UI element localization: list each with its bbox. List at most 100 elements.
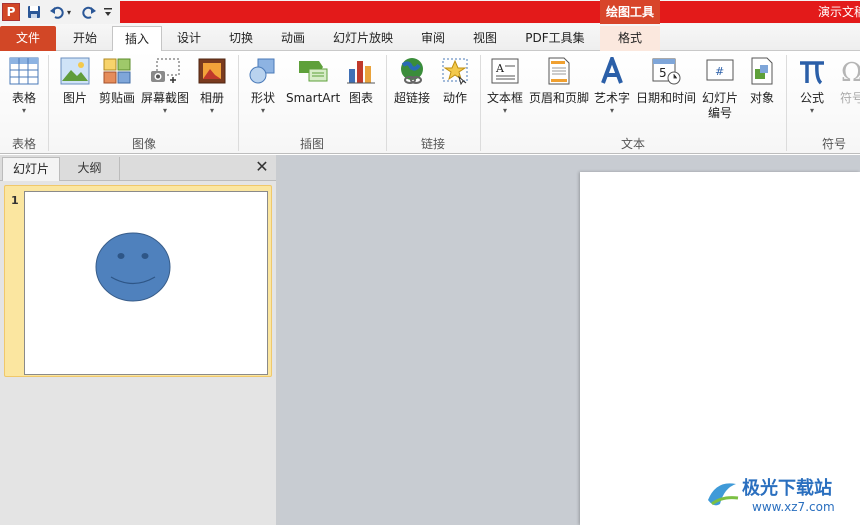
- photo-album-icon: [196, 55, 228, 87]
- watermark: 极光下载站 www.xz7.com: [700, 470, 860, 520]
- textbox-dropdown-icon: ▾: [502, 106, 507, 115]
- slide-thumbnail-selected[interactable]: 1: [4, 185, 272, 377]
- pi-icon: [796, 55, 828, 87]
- photo-album-label: 相册: [199, 91, 224, 105]
- tab-format[interactable]: 格式: [600, 26, 660, 51]
- object-icon: [746, 55, 778, 87]
- drawing-tools-context-label: 绘图工具: [600, 0, 660, 24]
- shapes-label: 形状: [250, 91, 275, 105]
- tab-view[interactable]: 视图: [460, 26, 510, 51]
- photo-album-button[interactable]: 相册 ▾: [194, 55, 230, 116]
- omega-icon: Ω: [836, 55, 860, 87]
- screenshot-button[interactable]: 屏幕截图 ▾: [140, 55, 190, 116]
- tab-transitions[interactable]: 切换: [216, 26, 266, 51]
- symbol-label: 符号: [839, 91, 860, 105]
- equation-dropdown-icon: ▾: [809, 106, 814, 115]
- object-label: 对象: [749, 91, 774, 105]
- symbol-button[interactable]: Ω 符号: [834, 55, 860, 106]
- clipart-button[interactable]: 剪贴画: [96, 55, 138, 106]
- picture-label: 图片: [62, 91, 87, 105]
- wordart-button[interactable]: 艺术字 ▾: [592, 55, 632, 116]
- wordart-dropdown-icon: ▾: [609, 106, 614, 115]
- hyperlink-button[interactable]: 超链接: [390, 55, 434, 106]
- shapes-icon: [247, 55, 279, 87]
- powerpoint-app-icon[interactable]: P: [2, 3, 20, 21]
- slide-thumbnail[interactable]: [24, 191, 268, 375]
- equation-label: 公式: [799, 91, 824, 105]
- slide-number-icon: #: [704, 55, 736, 87]
- tab-outline[interactable]: 大纲: [60, 157, 120, 181]
- album-dropdown-icon: ▾: [209, 106, 214, 115]
- customize-toolbar-icon[interactable]: [103, 3, 113, 21]
- table-dropdown-icon: ▾: [21, 106, 26, 115]
- smartart-icon: [297, 55, 329, 87]
- title-bar: P ▾ 绘图工具 演示文稿: [0, 0, 860, 24]
- group-label-symbols: 符号: [821, 137, 846, 151]
- date-time-button[interactable]: 5 日期和时间: [634, 55, 698, 106]
- smartart-button[interactable]: SmartArt: [286, 55, 340, 106]
- header-footer-button[interactable]: 页眉和页脚: [526, 55, 592, 106]
- slide-number-button[interactable]: # 幻灯片 编号: [700, 55, 740, 121]
- tab-pdf-tools[interactable]: PDF工具集: [514, 26, 596, 51]
- close-panel-icon[interactable]: ✕: [254, 158, 270, 176]
- screenshot-icon: [149, 55, 181, 87]
- screenshot-dropdown-icon: ▾: [162, 106, 167, 115]
- title-strip: [120, 1, 860, 23]
- object-button[interactable]: 对象: [742, 55, 782, 106]
- slides-panel: 幻灯片 大纲 ✕ 1: [0, 155, 276, 525]
- group-label-illustrations: 插图: [299, 137, 324, 151]
- textbox-label: 文本框: [486, 91, 523, 105]
- watermark-url: www.xz7.com: [752, 500, 835, 514]
- group-label-tables: 表格: [11, 137, 36, 151]
- svg-text:Ω: Ω: [841, 58, 860, 85]
- wordart-label: 艺术字: [593, 91, 630, 105]
- table-label: 表格: [11, 91, 36, 105]
- wordart-icon: [596, 55, 628, 87]
- undo-icon[interactable]: [48, 3, 66, 21]
- globe-link-icon: [396, 55, 428, 87]
- panel-tabs: 幻灯片 大纲 ✕: [0, 155, 276, 181]
- header-footer-icon: [543, 55, 575, 87]
- chart-button[interactable]: 图表: [344, 55, 378, 106]
- equation-button[interactable]: 公式 ▾: [794, 55, 830, 116]
- ribbon-tabs: 文件 开始 插入 设计 切换 动画 幻灯片放映 审阅 视图 PDF工具集 格式: [0, 24, 860, 52]
- svg-text:A: A: [495, 62, 505, 75]
- smiley-face-shape[interactable]: [25, 192, 269, 376]
- hyperlink-label: 超链接: [393, 91, 430, 105]
- textbox-icon: A: [489, 55, 521, 87]
- clipart-icon: [101, 55, 133, 87]
- action-label: 动作: [442, 91, 467, 105]
- textbox-button[interactable]: A 文本框 ▾: [484, 55, 526, 116]
- tab-review[interactable]: 审阅: [408, 26, 458, 51]
- watermark-logo-icon: [708, 483, 739, 506]
- tab-design[interactable]: 设计: [164, 26, 214, 51]
- table-button[interactable]: 表格 ▾: [4, 55, 44, 116]
- watermark-brand: 极光下载站: [742, 478, 832, 499]
- redo-icon[interactable]: [80, 3, 98, 21]
- slide-number-label-line2: 编号: [707, 106, 732, 120]
- tab-home[interactable]: 开始: [60, 26, 110, 51]
- undo-dropdown-icon[interactable]: ▾: [67, 8, 75, 17]
- tab-file[interactable]: 文件: [0, 26, 56, 51]
- table-icon: [8, 55, 40, 87]
- ribbon-insert: 表格 ▾ 表格 图片 剪贴画 屏幕截图 ▾ 相册 ▾ 图像 形状 ▾ Smart…: [0, 51, 860, 154]
- group-label-links: 链接: [420, 137, 445, 151]
- picture-button[interactable]: 图片: [56, 55, 94, 106]
- picture-icon: [59, 55, 91, 87]
- smartart-label: SmartArt: [286, 91, 341, 105]
- save-icon[interactable]: [25, 3, 43, 21]
- slide-number-label-line1: 幻灯片: [701, 91, 738, 105]
- svg-text:#: #: [715, 65, 724, 78]
- chart-icon: [345, 55, 377, 87]
- tab-animations[interactable]: 动画: [268, 26, 318, 51]
- shapes-button[interactable]: 形状 ▾: [244, 55, 282, 116]
- screenshot-label: 屏幕截图: [140, 91, 189, 105]
- slide-thumbnail-number: 1: [11, 194, 19, 207]
- tab-slideshow[interactable]: 幻灯片放映: [322, 26, 404, 51]
- quick-access-toolbar: P ▾: [0, 0, 120, 24]
- tab-slides[interactable]: 幻灯片: [2, 157, 60, 181]
- clipart-label: 剪贴画: [98, 91, 135, 105]
- shapes-dropdown-icon: ▾: [260, 106, 265, 115]
- tab-insert[interactable]: 插入: [112, 26, 162, 52]
- action-button[interactable]: 动作: [436, 55, 474, 106]
